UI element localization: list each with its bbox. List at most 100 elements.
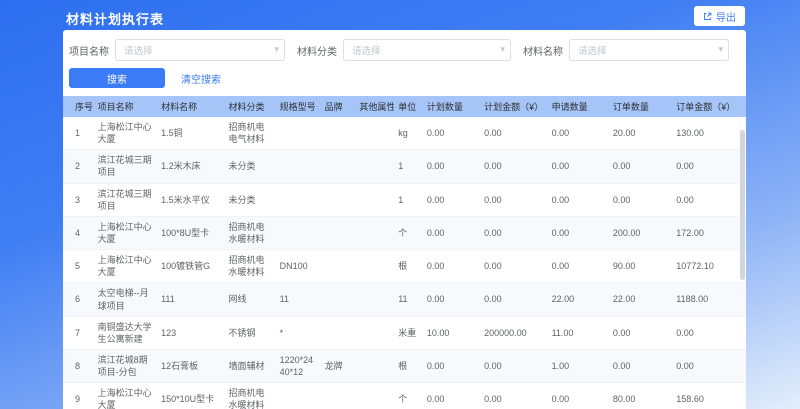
table-cell: 10772.10 [672, 250, 746, 283]
chevron-down-icon: ▾ [718, 45, 723, 54]
table-cell: 滨江花城三期项目 [94, 150, 157, 183]
table-cell: 4 [63, 216, 94, 249]
table-cell: 0.00 [423, 349, 480, 382]
table-cell [276, 117, 321, 150]
table-cell: 滨江花城8期项目-分包 [94, 349, 157, 382]
column-header: 规格型号 [276, 96, 321, 117]
table-cell: 1.2米木床 [157, 150, 224, 183]
table-cell: 网线 [225, 283, 276, 316]
column-header: 订单数量 [609, 96, 672, 117]
table-cell: 0.00 [548, 216, 609, 249]
table-cell: 100*8U型卡 [157, 216, 224, 249]
material-name-label: 材料名称 [523, 43, 563, 58]
table-cell [276, 183, 321, 216]
table-cell [321, 216, 356, 249]
table-cell: 根 [394, 349, 423, 382]
filter-category: 材料分类 请选择 ▾ [297, 39, 511, 61]
table-cell [276, 150, 321, 183]
table-cell: 200.00 [609, 216, 672, 249]
table-row: 5上海松江中心大厦100镀铁管G招商机电 水暖材料DN100根0.000.000… [63, 250, 746, 283]
chevron-down-icon: ▾ [274, 45, 279, 54]
table-cell: 2 [63, 150, 94, 183]
table-cell: 0.00 [423, 117, 480, 150]
table-cell: 22.00 [548, 283, 609, 316]
table-cell: kg [394, 117, 423, 150]
filter-bar: 项目名称 请选择 ▾ 材料分类 请选择 ▾ 材料名称 请选择 ▾ [63, 30, 746, 61]
table-cell: 0.00 [548, 383, 609, 409]
table-cell: 0.00 [609, 183, 672, 216]
table-cell: 12石膏板 [157, 349, 224, 382]
table-cell: 0.00 [480, 150, 547, 183]
table-cell: 未分类 [225, 183, 276, 216]
table-cell: 龙牌 [321, 349, 356, 382]
table-cell: 5 [63, 250, 94, 283]
search-button[interactable]: 搜索 [69, 68, 165, 88]
table-cell: 9 [63, 383, 94, 409]
table-row: 6太空电梯--月球项目111网线11110.000.0022.0022.0011… [63, 283, 746, 316]
table-cell [321, 283, 356, 316]
project-name-select[interactable]: 请选择 ▾ [115, 39, 285, 61]
table-cell: 0.00 [423, 383, 480, 409]
table-cell: 8 [63, 349, 94, 382]
table-cell: 根 [394, 250, 423, 283]
material-name-select[interactable]: 请选择 ▾ [569, 39, 729, 61]
table-cell: 1220*2440*12 [276, 349, 321, 382]
table-cell: 1.5铜 [157, 117, 224, 150]
table-cell: 0.00 [548, 183, 609, 216]
table-row: 9上海松江中心大厦150*10U型卡招商机电 水暖材料个0.000.000.00… [63, 383, 746, 409]
table-cell: 0.00 [480, 349, 547, 382]
column-header: 序号 [63, 96, 94, 117]
table-cell: 0.00 [609, 349, 672, 382]
table-header-row: 序号项目名称材料名称材料分类规格型号品牌其他属性单位计划数量计划金额（¥）申请数… [63, 96, 746, 117]
table-cell: 90.00 [609, 250, 672, 283]
table-cell [355, 283, 394, 316]
table-cell: 0.00 [423, 150, 480, 183]
table-cell: 招商机电 水暖材料 [225, 383, 276, 409]
table-cell: 1188.00 [672, 283, 746, 316]
column-header: 申请数量 [548, 96, 609, 117]
table-cell [321, 183, 356, 216]
material-name-placeholder: 请选择 [578, 43, 607, 57]
table-cell: 20.00 [609, 117, 672, 150]
material-category-select[interactable]: 请选择 ▾ [343, 39, 511, 61]
table-cell [355, 150, 394, 183]
table-cell [355, 316, 394, 349]
table-cell: 1 [63, 117, 94, 150]
table-cell: 3 [63, 183, 94, 216]
table-cell: 172.00 [672, 216, 746, 249]
table-cell [321, 117, 356, 150]
column-header: 材料分类 [225, 96, 276, 117]
table-cell: 上海松江中心大厦 [94, 250, 157, 283]
export-button[interactable]: 导出 [694, 6, 745, 26]
table-cell [276, 216, 321, 249]
export-button-label: 导出 [716, 9, 736, 24]
table-cell [321, 316, 356, 349]
table-cell: 米重 [394, 316, 423, 349]
table-cell: 滨江花城三期项目 [94, 183, 157, 216]
column-header: 品牌 [321, 96, 356, 117]
table-cell [321, 150, 356, 183]
table-cell: 0.00 [480, 283, 547, 316]
table-cell: 招商机电 水暖材料 [225, 250, 276, 283]
project-name-label: 项目名称 [69, 43, 109, 58]
table-cell [355, 383, 394, 409]
table-cell: 0.00 [423, 183, 480, 216]
vertical-scrollbar[interactable] [740, 130, 745, 280]
column-header: 材料名称 [157, 96, 224, 117]
table-cell: 墙面辅材 [225, 349, 276, 382]
table-cell: 0.00 [480, 383, 547, 409]
content-card: 项目名称 请选择 ▾ 材料分类 请选择 ▾ 材料名称 请选择 ▾ [63, 30, 746, 409]
table-cell [355, 216, 394, 249]
table-row: 7南铜盛达大学生公寓新建123不锈钢*米重10.00200000.0011.00… [63, 316, 746, 349]
table-cell: 80.00 [609, 383, 672, 409]
table-cell: 0.00 [480, 117, 547, 150]
filter-project: 项目名称 请选择 ▾ [69, 39, 285, 61]
clear-search-button[interactable]: 清空搜索 [181, 71, 221, 86]
table-cell: 7 [63, 316, 94, 349]
table-cell: 150*10U型卡 [157, 383, 224, 409]
table-cell: 0.00 [423, 283, 480, 316]
export-icon [703, 12, 712, 21]
table-cell: 0.00 [480, 216, 547, 249]
table-row: 4上海松江中心大厦100*8U型卡招商机电 水暖材料个0.000.000.002… [63, 216, 746, 249]
table-cell: 个 [394, 216, 423, 249]
